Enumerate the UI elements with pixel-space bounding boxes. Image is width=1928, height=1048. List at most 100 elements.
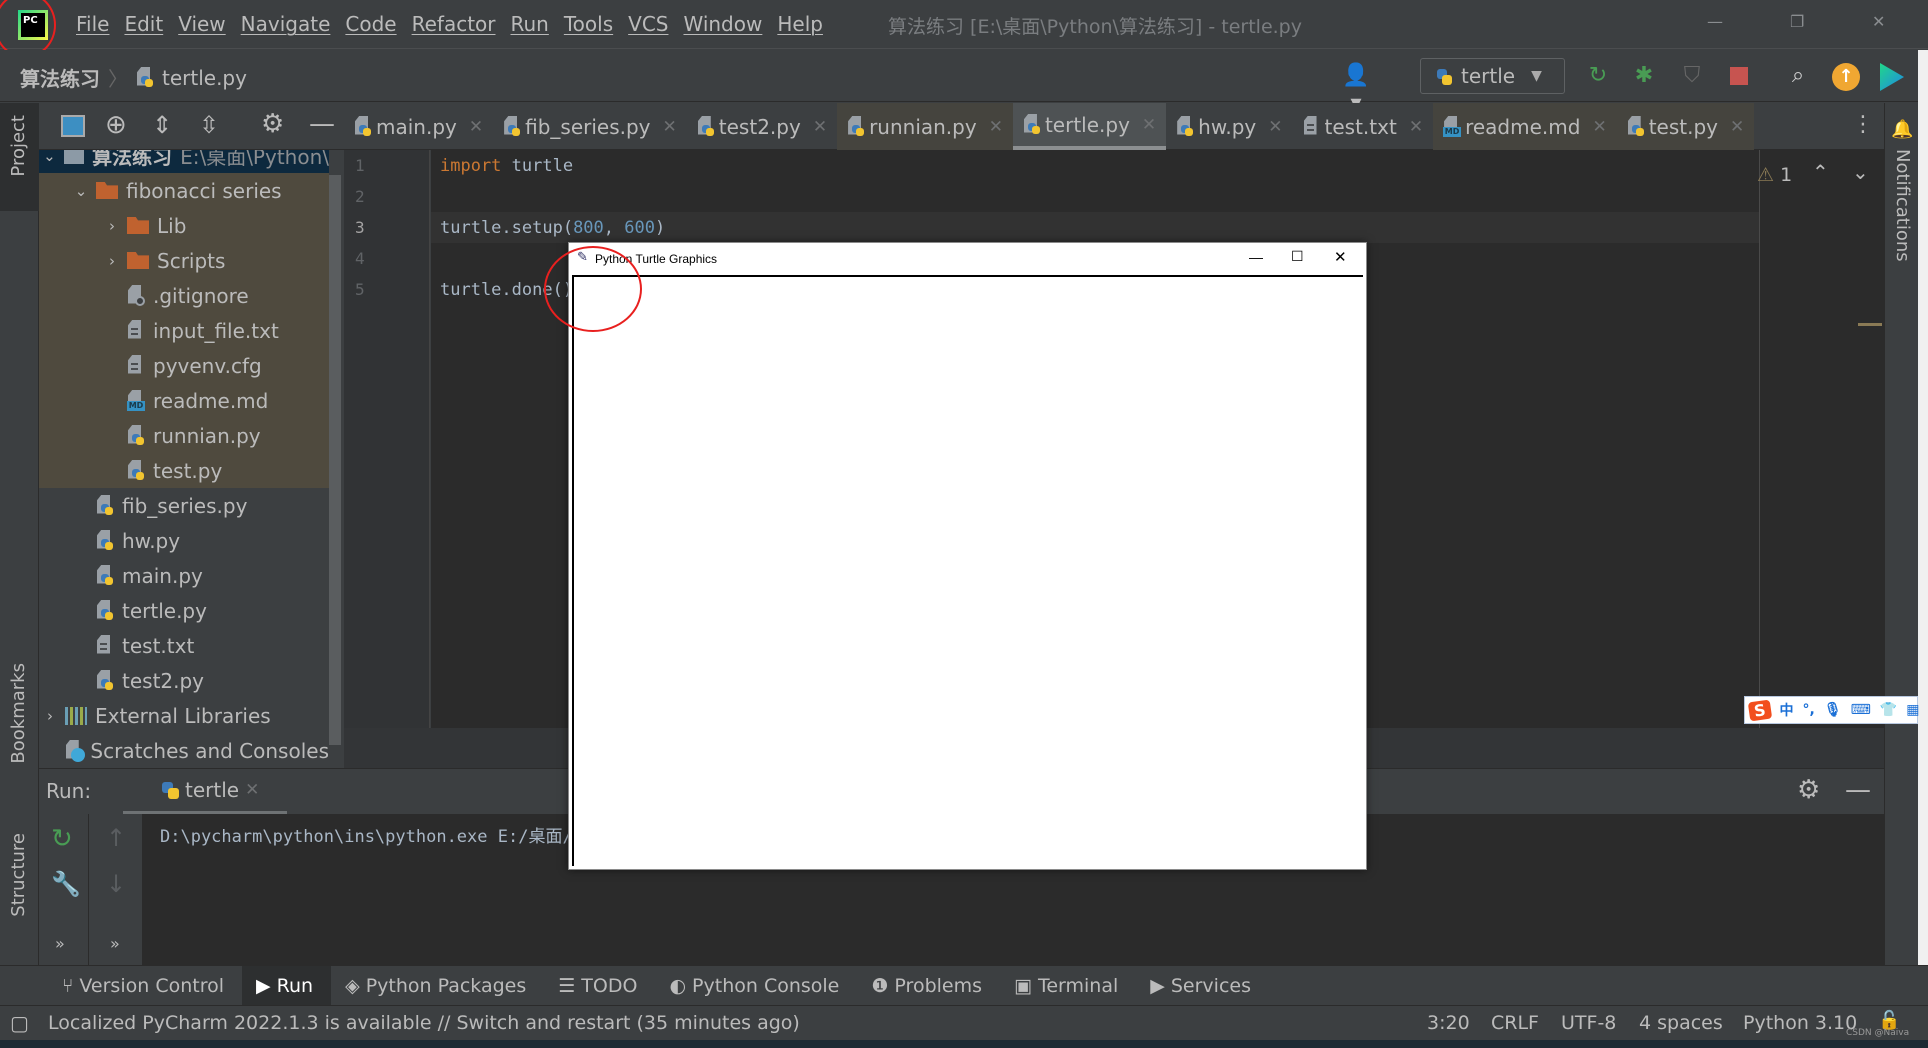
- turtle-window-titlebar[interactable]: ✎ Python Turtle Graphics — ☐ ✕: [569, 243, 1366, 275]
- run-tab-tertle[interactable]: tertle ✕: [123, 769, 287, 815]
- toolbox-icon[interactable]: ▦: [1906, 702, 1919, 718]
- file-encoding[interactable]: UTF-8: [1561, 1012, 1616, 1034]
- close-tab-icon[interactable]: ✕: [245, 780, 259, 800]
- close-tab-icon[interactable]: ✕: [1268, 117, 1282, 137]
- close-tab-icon[interactable]: ✕: [1142, 115, 1156, 135]
- toolwindow-version-control[interactable]: ⑂ Version Control: [48, 966, 242, 1006]
- sogou-ime-toolbar[interactable]: S 中 °, 🎙 ⌨ 👕 ▦: [1744, 696, 1920, 724]
- close-tab-icon[interactable]: ✕: [469, 117, 483, 137]
- tree-item[interactable]: › Lib: [39, 208, 329, 243]
- tree-item[interactable]: input_file.txt: [39, 313, 329, 348]
- caret-position[interactable]: 3:20: [1427, 1012, 1470, 1034]
- code-line[interactable]: turtle.setup(800, 600): [440, 218, 665, 238]
- menu-refactor[interactable]: Refactor: [412, 12, 496, 36]
- next-highlight-icon[interactable]: ⌄: [1852, 160, 1869, 184]
- run-with-coverage-icon[interactable]: ⛉: [1678, 62, 1706, 90]
- tree-item[interactable]: tertle.py: [39, 593, 329, 628]
- turtle-graphics-window[interactable]: ✎ Python Turtle Graphics — ☐ ✕: [568, 242, 1367, 870]
- ime-mode[interactable]: 中: [1780, 700, 1794, 720]
- breadcrumb-project[interactable]: 算法练习: [20, 63, 100, 92]
- tree-item[interactable]: Scratches and Consoles: [39, 733, 329, 768]
- gear-icon[interactable]: ⚙: [1797, 775, 1820, 805]
- menu-navigate[interactable]: Navigate: [241, 12, 331, 36]
- debug-bug-icon[interactable]: ✱: [1630, 62, 1658, 90]
- menu-view[interactable]: View: [178, 12, 225, 36]
- more-tabs-icon[interactable]: ⋮: [1852, 112, 1874, 137]
- turtle-close-button[interactable]: ✕: [1334, 248, 1347, 266]
- menu-help[interactable]: Help: [777, 12, 823, 36]
- update-icon[interactable]: ↑: [1832, 63, 1860, 91]
- rerun-icon[interactable]: ↻: [51, 824, 73, 854]
- chevron-right-icon[interactable]: ›: [105, 252, 119, 270]
- menu-edit[interactable]: Edit: [124, 12, 163, 36]
- toolwindow-todo[interactable]: ☰ TODO: [544, 966, 655, 1006]
- toolwindow-python-console[interactable]: ◐ Python Console: [655, 966, 857, 1006]
- tree-item[interactable]: › External Libraries: [39, 698, 329, 733]
- code-line[interactable]: import turtle: [440, 156, 573, 176]
- chevron-down-icon[interactable]: ⌄: [74, 182, 88, 200]
- project-stripe-button[interactable]: Project: [0, 103, 39, 211]
- tree-item[interactable]: .gitignore: [39, 278, 329, 313]
- menu-code[interactable]: Code: [345, 12, 396, 36]
- bookmarks-stripe-button[interactable]: Bookmarks: [8, 663, 29, 764]
- gear-icon[interactable]: ⚙: [261, 109, 284, 139]
- down-arrow-icon[interactable]: ↓: [106, 870, 126, 898]
- project-view-icon[interactable]: [61, 115, 85, 137]
- warning-stripe-marker[interactable]: [1858, 323, 1882, 326]
- turtle-maximize-button[interactable]: ☐: [1291, 248, 1304, 265]
- breadcrumb-file[interactable]: tertle.py: [162, 66, 247, 90]
- more-actions-icon[interactable]: »: [110, 934, 120, 953]
- search-icon[interactable]: ⌕: [1784, 62, 1812, 90]
- line-separator[interactable]: CRLF: [1491, 1012, 1539, 1034]
- tab-fib_series-py[interactable]: fib_series.py ✕: [493, 103, 687, 150]
- tab-test-py[interactable]: test.py ✕: [1616, 103, 1755, 150]
- tab-main-py[interactable]: main.py ✕: [344, 103, 493, 150]
- toolwindow-python-packages[interactable]: ◈ Python Packages: [331, 966, 544, 1006]
- chevron-right-icon[interactable]: ›: [43, 707, 57, 725]
- inspection-widget[interactable]: ⚠ 1: [1757, 164, 1792, 186]
- tree-item[interactable]: fib_series.py: [39, 488, 329, 523]
- tree-item[interactable]: test.txt: [39, 628, 329, 663]
- tree-scrollbar[interactable]: [329, 175, 341, 745]
- notifications-stripe-button[interactable]: Notifications: [1892, 149, 1913, 262]
- structure-stripe-button[interactable]: Structure: [8, 833, 29, 917]
- previous-highlight-icon[interactable]: ⌃: [1812, 160, 1829, 184]
- close-tab-icon[interactable]: ✕: [663, 117, 677, 137]
- tree-item[interactable]: hw.py: [39, 523, 329, 558]
- ime-punctuation[interactable]: °,: [1803, 702, 1815, 718]
- close-tab-icon[interactable]: ✕: [813, 117, 827, 137]
- close-tab-icon[interactable]: ✕: [989, 117, 1003, 137]
- collapse-all-icon[interactable]: ⇳: [199, 111, 219, 139]
- toggle-toolwindows-icon[interactable]: ▢: [10, 1011, 29, 1035]
- rerun-icon[interactable]: ↻: [1584, 62, 1612, 90]
- tree-item[interactable]: main.py: [39, 558, 329, 593]
- tree-item[interactable]: runnian.py: [39, 418, 329, 453]
- tab-test2-py[interactable]: test2.py ✕: [687, 103, 837, 150]
- tree-item[interactable]: test.py: [39, 453, 329, 488]
- tree-item[interactable]: test2.py: [39, 663, 329, 698]
- account-icon[interactable]: 👤▾: [1342, 62, 1370, 116]
- locate-icon[interactable]: ⊕: [105, 110, 127, 140]
- notification-bell-icon[interactable]: 🔔: [1891, 119, 1913, 140]
- toolwindow-services[interactable]: ▶ Services: [1136, 966, 1269, 1006]
- python-interpreter[interactable]: Python 3.10: [1743, 1012, 1857, 1034]
- tree-item[interactable]: ⌄ fibonacci series: [39, 173, 329, 208]
- skin-icon[interactable]: 👕: [1880, 702, 1897, 718]
- more-actions-icon[interactable]: »: [55, 934, 65, 953]
- tree-item[interactable]: MD readme.md: [39, 383, 329, 418]
- toolwindow-run[interactable]: ▶ Run: [242, 965, 332, 1006]
- microphone-icon[interactable]: 🎙: [1824, 702, 1842, 718]
- menu-run[interactable]: Run: [511, 12, 549, 36]
- tab-runnian-py[interactable]: runnian.py ✕: [837, 103, 1013, 150]
- toolwindow-problems[interactable]: ❶ Problems: [857, 966, 1000, 1006]
- wrench-icon[interactable]: 🔧: [51, 870, 81, 898]
- keyboard-icon[interactable]: ⌨: [1851, 702, 1871, 718]
- expand-all-icon[interactable]: ⇕: [152, 111, 172, 139]
- turtle-canvas[interactable]: [572, 275, 1363, 866]
- menu-vcs[interactable]: VCS: [628, 12, 668, 36]
- run-configuration-select[interactable]: tertle ▼: [1420, 58, 1565, 94]
- tree-root[interactable]: ⌄ 算法练习 E:\桌面\Python\: [39, 150, 329, 173]
- tab-test-txt[interactable]: test.txt ✕: [1293, 103, 1434, 150]
- up-arrow-icon[interactable]: ↑: [106, 824, 126, 852]
- close-button[interactable]: ✕: [1872, 12, 1885, 31]
